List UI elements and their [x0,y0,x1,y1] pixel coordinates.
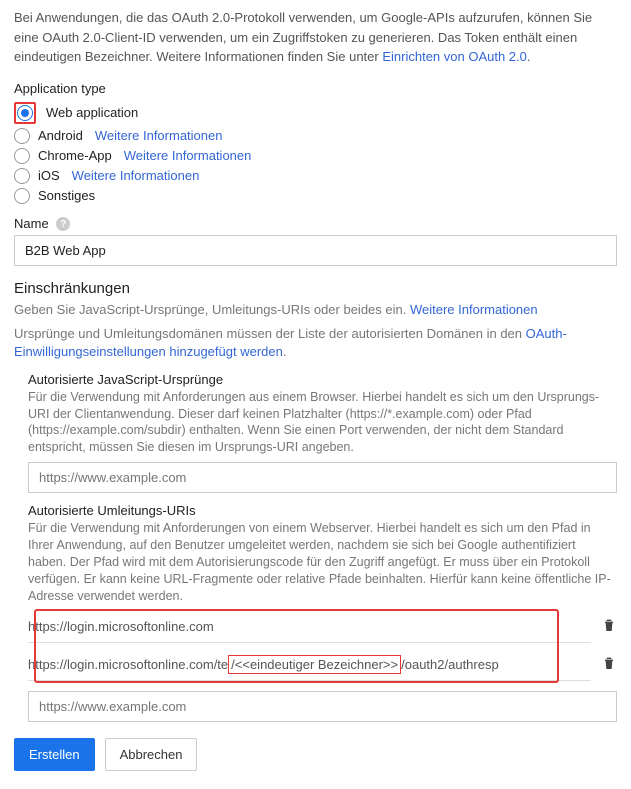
create-button[interactable]: Erstellen [14,738,95,771]
radio-icon[interactable] [14,128,30,144]
js-origins-input[interactable] [28,462,617,493]
annotation-outline [14,102,36,124]
redirect-uris-input[interactable] [28,691,617,722]
redirect-uri-value[interactable]: https://login.microsoftonline.com/te/<<e… [28,649,591,681]
intro-text: Bei Anwendungen, die das OAuth 2.0-Proto… [14,8,617,67]
radio-icon[interactable] [14,148,30,164]
redirect-uri-row: https://login.microsoftonline.com [28,611,617,643]
redirect-uris-desc: Für die Verwendung mit Anforderungen von… [28,520,617,604]
help-icon[interactable]: ? [56,217,70,231]
annotation-outline: /<<eindeutiger Bezeichner>> [228,655,401,674]
redirect-uri-row: https://login.microsoftonline.com/te/<<e… [28,649,617,681]
oauth-setup-link[interactable]: Einrichten von OAuth 2.0 [382,49,527,64]
cancel-button[interactable]: Abbrechen [105,738,198,771]
restrictions-desc: Geben Sie JavaScript-Ursprünge, Umleitun… [14,301,617,319]
more-info-link[interactable]: Weitere Informationen [124,148,252,163]
radio-option[interactable]: Android Weitere Informationen [14,126,617,146]
redirect-uri-value[interactable]: https://login.microsoftonline.com [28,611,591,643]
name-label: Name ? [14,216,617,232]
radio-label: Sonstiges [38,188,95,203]
js-origins-label: Autorisierte JavaScript-Ursprünge [28,372,617,387]
app-type-label: Application type [14,81,617,96]
radio-option[interactable]: Sonstiges [14,186,617,206]
delete-icon[interactable] [601,655,617,674]
delete-icon[interactable] [601,617,617,636]
radio-icon[interactable] [14,168,30,184]
js-origins-desc: Für die Verwendung mit Anforderungen aus… [28,389,617,457]
radio-label: iOS [38,168,60,183]
restrictions-note: Ursprünge und Umleitungsdomänen müssen d… [14,325,617,361]
radio-option[interactable]: Web application [14,100,617,126]
app-type-radio-group: Web application Android Weitere Informatio… [14,100,617,206]
restrictions-heading: Einschränkungen [14,280,617,297]
radio-option[interactable]: iOS Weitere Informationen [14,166,617,186]
restrictions-more-link[interactable]: Weitere Informationen [410,302,538,317]
redirect-uri-list: https://login.microsoftonline.com https:/… [28,611,617,681]
radio-label: Web application [46,105,138,120]
redirect-uris-label: Autorisierte Umleitungs-URIs [28,503,617,518]
more-info-link[interactable]: Weitere Informationen [72,168,200,183]
more-info-link[interactable]: Weitere Informationen [95,128,223,143]
radio-option[interactable]: Chrome-App Weitere Informationen [14,146,617,166]
radio-icon[interactable] [14,188,30,204]
radio-label: Chrome-App [38,148,112,163]
radio-label: Android [38,128,83,143]
name-input[interactable] [14,235,617,266]
radio-icon[interactable] [17,105,33,121]
